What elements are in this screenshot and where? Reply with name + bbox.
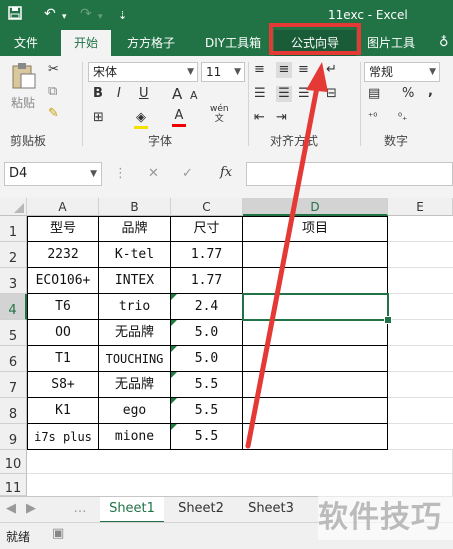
sheet-tab-sheet2[interactable]: Sheet2 [168, 497, 234, 521]
macro-record-icon[interactable]: ▣ [52, 526, 64, 541]
status-text: 就绪 [6, 530, 31, 544]
scroll-left-icon[interactable]: ◀ [4, 497, 18, 521]
arrow-shaft [245, 79, 321, 449]
sheet-tab-sheet1[interactable]: Sheet1 [100, 497, 164, 523]
arrow-head [306, 62, 328, 92]
more-sheets-icon[interactable]: … [70, 497, 90, 521]
annotation-arrow [245, 62, 328, 449]
watermark-text: 软件技巧 [318, 496, 453, 540]
sheet-tab-sheet3[interactable]: Sheet3 [238, 497, 304, 521]
scroll-right-icon[interactable]: ▶ [24, 497, 38, 521]
